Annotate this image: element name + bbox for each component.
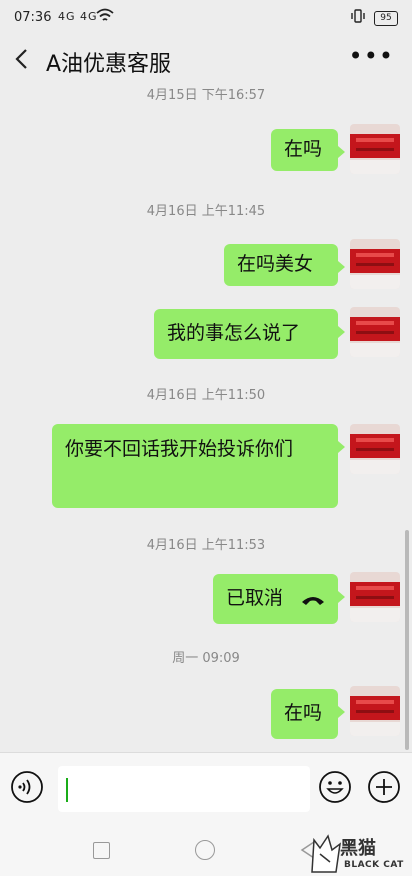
message-timestamp: 4月16日 上午11:50 [146, 388, 266, 403]
signal-icon: 4G 4G [58, 10, 98, 23]
chat-title: A油优惠客服 [46, 52, 172, 77]
avatar[interactable] [350, 239, 400, 289]
emoji-icon[interactable] [318, 770, 352, 804]
more-options-icon[interactable]: ••• [349, 42, 394, 70]
message-bubble[interactable]: 我的事怎么说了 [154, 309, 345, 359]
battery-icon: 95 [374, 11, 398, 26]
avatar[interactable] [350, 124, 400, 174]
call-record-bubble[interactable]: 已取消 [213, 574, 345, 624]
avatar[interactable] [350, 307, 400, 357]
chat-header: A油优惠客服 ••• [0, 36, 412, 84]
avatar[interactable] [350, 572, 400, 622]
message-bubble[interactable]: 在吗 [271, 129, 345, 171]
watermark: 黑猫 BLACK CAT [308, 830, 412, 876]
message-timestamp: 周一 09:09 [172, 651, 240, 666]
black-cat-logo-icon [311, 834, 341, 873]
message-timestamp: 4月16日 上午11:45 [146, 204, 266, 219]
status-bar: 07:36 4G 4G 95 [0, 0, 412, 36]
message-input[interactable] [58, 766, 310, 812]
text-cursor [66, 778, 68, 802]
wifi-icon [96, 8, 114, 21]
chat-input-bar [0, 752, 412, 823]
message-timestamp: 4月15日 下午16:57 [146, 88, 266, 100]
voice-input-icon[interactable] [10, 770, 44, 804]
status-time: 07:36 [14, 10, 52, 25]
recent-apps-icon[interactable] [93, 842, 110, 859]
add-icon[interactable] [367, 770, 401, 804]
vibrate-icon [351, 9, 365, 23]
message-bubble[interactable]: 在吗 [271, 689, 345, 739]
call-cancelled-icon [302, 597, 324, 605]
scrollbar[interactable] [405, 530, 409, 750]
watermark-subtext: BLACK CAT [344, 860, 404, 870]
home-icon[interactable] [195, 840, 215, 860]
message-timestamp: 4月16日 上午11:53 [146, 538, 266, 553]
back-arrow-icon[interactable] [12, 46, 34, 72]
avatar[interactable] [350, 424, 400, 474]
avatar[interactable] [350, 686, 400, 736]
call-status-label: 已取消 [226, 587, 284, 609]
watermark-text: 黑猫 [340, 838, 376, 859]
message-bubble[interactable]: 你要不回话我开始投诉你们 [52, 424, 345, 508]
message-bubble[interactable]: 在吗美女 [224, 244, 345, 286]
